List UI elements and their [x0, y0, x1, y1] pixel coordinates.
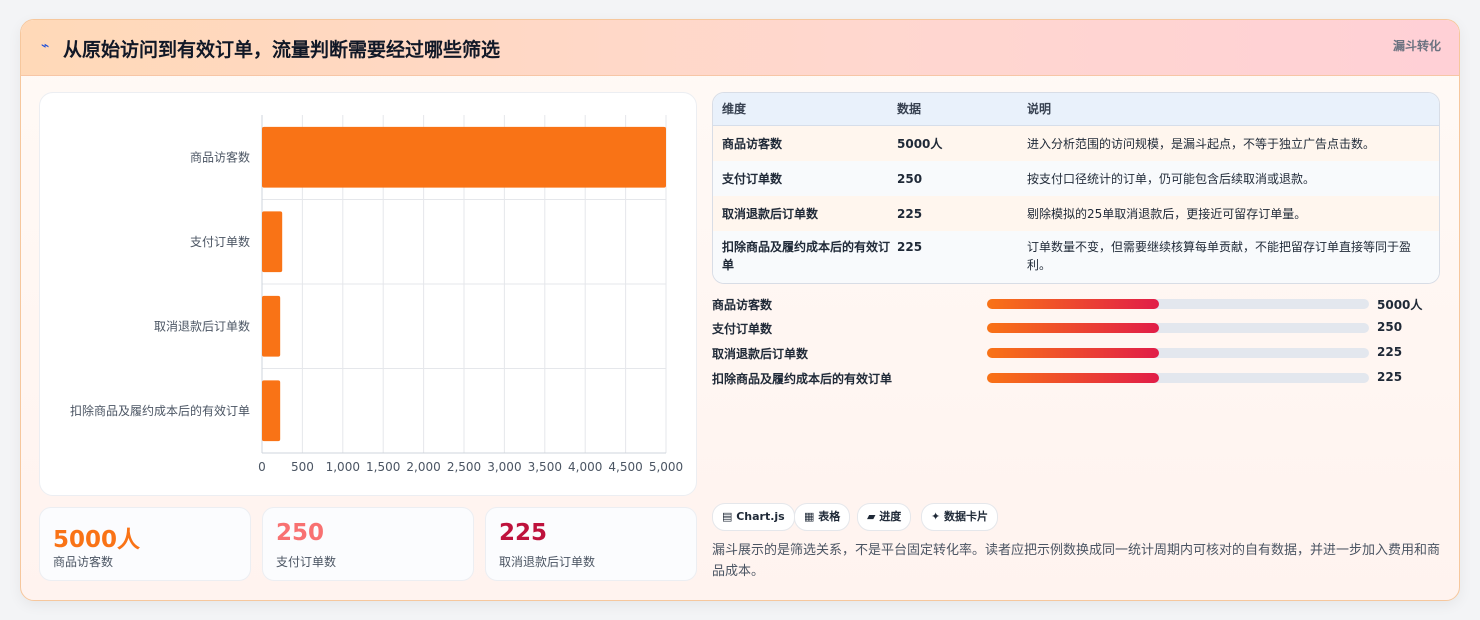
chart-bar: [262, 380, 281, 442]
stat-value: 250: [276, 520, 325, 546]
explanation-note: 漏斗展示的是筛选关系，不是平台固定转化率。读者应把示例数换成同一统计周期内可核对…: [712, 543, 1441, 579]
x-tick-label: 1,500: [366, 460, 400, 474]
stat-label: 取消退款后订单数: [499, 555, 596, 569]
table-row: 扣除商品及履约成本后的有效订单 225 订单数量不变，但需要继续核算每单贡献，不能把…: [713, 231, 1439, 283]
progress-value: 5000人: [1377, 298, 1423, 312]
stat-label: 商品访客数: [53, 555, 114, 569]
table-row: 支付订单数 250 按支付口径统计的订单，仍可能包含后续取消或退款。: [713, 161, 1439, 197]
x-tick-label: 2,500: [447, 460, 481, 474]
row-dimension: 取消退款后订单数: [722, 207, 819, 221]
chart-bar: [262, 295, 281, 357]
table-row: 商品访客数 5000人 进入分析范围的访问规模，是漏斗起点，不等于独立广告点击数。: [713, 126, 1439, 162]
y-tick-label: 扣除商品及履约成本后的有效订单: [70, 403, 250, 418]
x-tick-label: 500: [291, 460, 314, 474]
progress-track: [987, 299, 1369, 309]
progress-row: 扣除商品及履约成本后的有效订单 225: [712, 368, 1442, 388]
y-tick-label: 取消退款后订单数: [154, 318, 250, 333]
progress-label: 取消退款后订单数: [712, 347, 809, 361]
stat-value: 5000人: [53, 527, 141, 553]
x-tick-label: 5,000: [649, 460, 683, 474]
tag-chip-chart[interactable]: ▤ Chart.js: [712, 503, 795, 531]
tag-chip-table[interactable]: ▦ 表格: [794, 503, 851, 531]
progress-fill: [987, 299, 1159, 309]
row-value: 225: [897, 240, 923, 254]
table-header-description: 说明: [1027, 102, 1052, 116]
progress-fill: [987, 323, 1159, 333]
stat-card: 225 取消退款后订单数: [485, 507, 697, 581]
row-dimension: 扣除商品及履约成本后的有效订单: [722, 240, 891, 272]
funnel-bar-chart: 商品访客数支付订单数取消退款后订单数扣除商品及履约成本后的有效订单 0 500 1,0…: [39, 92, 697, 496]
progress-fill: [987, 348, 1159, 358]
table-header-row: 维度 数据 说明: [713, 93, 1439, 126]
progress-value: 225: [1377, 345, 1403, 359]
progress-track: [987, 373, 1369, 383]
table-header-value: 数据: [897, 102, 922, 116]
progress-row: 取消退款后订单数 225: [712, 343, 1442, 363]
x-tick-label: 1,000: [326, 460, 360, 474]
tag-chip-sparkle[interactable]: ✦ 数据卡片: [921, 503, 999, 531]
progress-fill: [987, 373, 1159, 383]
row-description: 进入分析范围的访问规模，是漏斗起点，不等于独立广告点击数。: [1027, 137, 1376, 151]
y-tick-label: 商品访客数: [190, 149, 250, 164]
page-title: 从原始访问到有效订单，流量判断需要经过哪些筛选: [63, 39, 501, 61]
category-badge: 漏斗转化: [1392, 39, 1441, 53]
row-description: 订单数量不变，但需要继续核算每单贡献，不能把留存订单直接等同于盈利。: [1027, 240, 1412, 272]
progress-row: 支付订单数 250: [712, 318, 1442, 338]
progress-track: [987, 348, 1369, 358]
tag-chip-progress[interactable]: ▰ 进度: [857, 503, 912, 531]
stat-card: 5000人商品访客数: [39, 507, 251, 581]
progress-label: 支付订单数: [712, 322, 773, 336]
row-dimension: 商品访客数: [722, 137, 783, 151]
progress-value: 250: [1377, 320, 1403, 334]
progress-track: [987, 323, 1369, 333]
table-header-dimension: 维度: [722, 102, 747, 116]
x-tick-label: 3,000: [487, 460, 521, 474]
row-value: 225: [897, 207, 923, 221]
stat-value: 225: [499, 520, 548, 546]
x-tick-label: 4,500: [608, 460, 642, 474]
bar-chart-svg: 商品访客数支付订单数取消退款后订单数扣除商品及履约成本后的有效订单 0 500 1,0…: [70, 115, 683, 474]
progress-row: 商品访客数 5000人: [712, 294, 1442, 314]
progress-value: 225: [1377, 370, 1403, 384]
row-dimension: 支付订单数: [722, 172, 783, 186]
x-tick-label: 0: [258, 460, 266, 474]
row-description: 按支付口径统计的订单，仍可能包含后续取消或退款。: [1027, 172, 1316, 186]
lightning-icon: ⌁: [41, 38, 50, 54]
progress-label: 商品访客数: [712, 298, 773, 312]
y-tick-label: 支付订单数: [190, 234, 250, 249]
chart-bar: [262, 126, 666, 188]
progress-label: 扣除商品及履约成本后的有效订单: [712, 372, 893, 386]
stat-label: 支付订单数: [276, 555, 337, 569]
row-value: 5000人: [897, 137, 943, 151]
row-value: 250: [897, 172, 923, 186]
table-row: 取消退款后订单数 225 剔除模拟的25单取消退款后，更接近可留存订单量。: [713, 196, 1439, 232]
row-description: 剔除模拟的25单取消退款后，更接近可留存订单量。: [1027, 207, 1307, 221]
x-tick-label: 3,500: [528, 460, 562, 474]
chart-bar: [262, 211, 283, 273]
x-tick-label: 4,000: [568, 460, 602, 474]
funnel-table: 维度 数据 说明 商品访客数 5000人 进入分析范围的访问规模，是漏斗起点，不等于…: [712, 92, 1440, 284]
card-header: ⌁ 从原始访问到有效订单，流量判断需要经过哪些筛选 漏斗转化: [21, 20, 1459, 76]
stat-card: 250 支付订单数: [262, 507, 474, 581]
x-tick-label: 2,000: [406, 460, 440, 474]
